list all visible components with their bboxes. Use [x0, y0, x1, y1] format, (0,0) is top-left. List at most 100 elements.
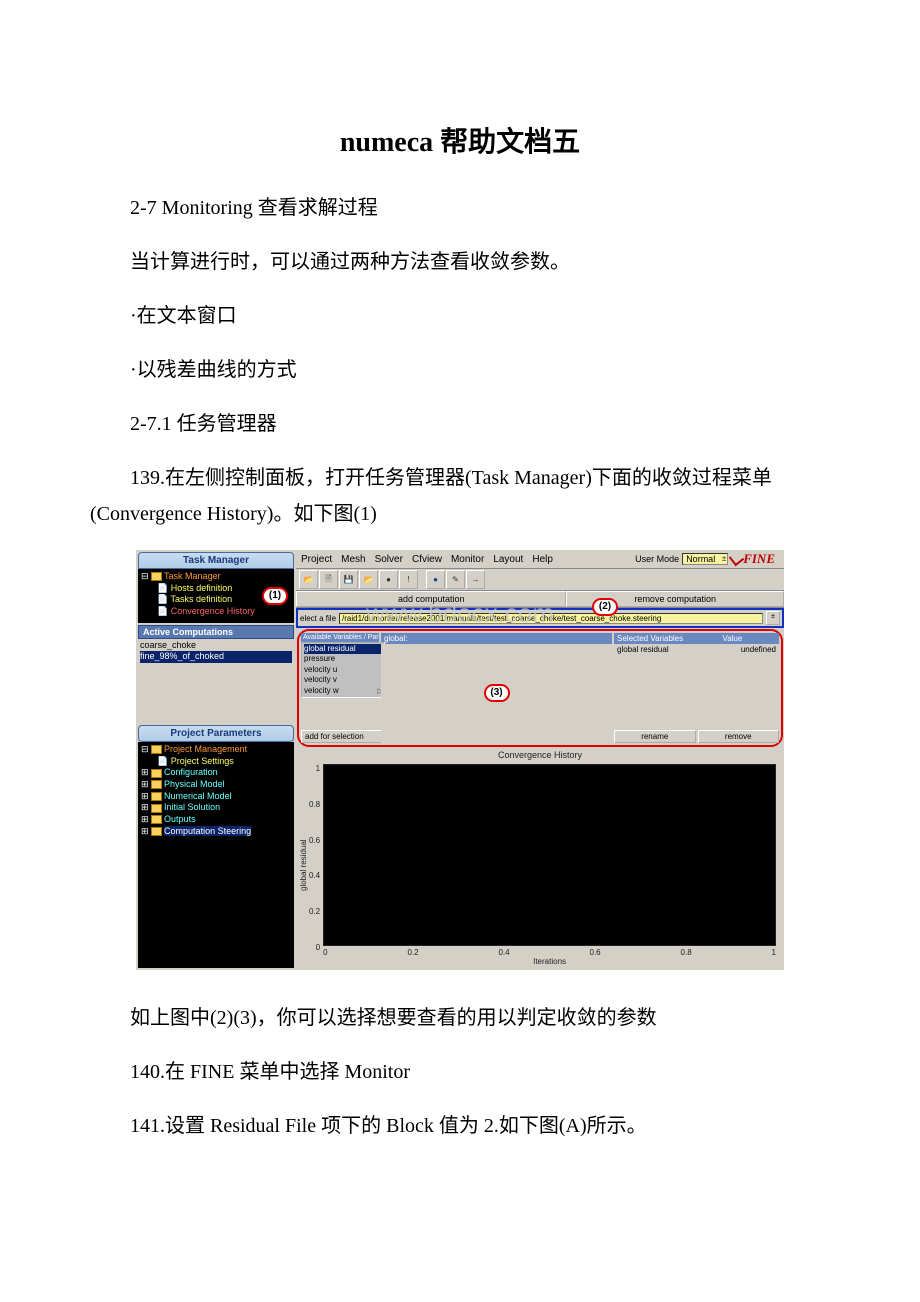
var-velocity-u[interactable]: velocity u [304, 665, 382, 675]
callout-2: (2) [592, 598, 618, 616]
computation-buttons-row: add computation remove computation [296, 591, 784, 608]
menubar: Project Mesh Solver Cfview Monitor Layou… [296, 550, 784, 569]
file-select-row: elect a file /raid1/dumortier/release200… [296, 608, 784, 628]
selected-vars-list[interactable]: global residual undefined [614, 644, 779, 688]
comp-fine-98[interactable]: fine_98%_of_choked [140, 651, 292, 662]
ytick-04: 0.4 [309, 871, 320, 880]
tree-convergence[interactable]: Convergence History [171, 606, 255, 616]
tool-open2-icon[interactable]: 📂 [359, 570, 378, 589]
doc-title: numeca 帮助文档五 [90, 120, 830, 160]
vars-header-mid: global: [381, 633, 612, 644]
usermode-label: User Mode [635, 554, 679, 564]
menu-monitor[interactable]: Monitor [451, 554, 484, 565]
xtick-08: 0.8 [681, 948, 692, 957]
project-parameters-tree[interactable]: ⊟ Project Management 📄 Project Settings … [138, 742, 294, 968]
tree-initial-solution[interactable]: Initial Solution [164, 802, 220, 812]
project-parameters-title: Project Parameters [138, 725, 294, 742]
callout-1: (1) [262, 587, 288, 605]
plot-xaxis: 0 0.2 0.4 0.6 0.8 1 [323, 946, 776, 957]
tree-hosts[interactable]: Hosts definition [171, 583, 233, 593]
xtick-0: 0 [323, 948, 327, 957]
sel-vars-header: Selected Variables [614, 633, 719, 644]
para-bullet2: ·以残差曲线的方式 [90, 352, 830, 388]
active-computations-header: Active Computations [138, 625, 294, 639]
convergence-history-label: Convergence History [296, 748, 784, 762]
plot-yaxis: 1 0.8 0.6 0.4 0.2 0 [309, 764, 323, 966]
active-computations-list[interactable]: coarse_choke fine_98%_of_choked [138, 639, 294, 721]
variables-zone: Available Variables / Parameters type: g… [297, 629, 783, 747]
var-velocity-w[interactable]: velocity w [304, 686, 382, 696]
vars-mid-area: (3) [381, 644, 612, 743]
tool-save-icon[interactable]: 💾 [339, 570, 358, 589]
plot-ylabel: global residual [298, 764, 309, 966]
xtick-06: 0.6 [590, 948, 601, 957]
menu-solver[interactable]: Solver [375, 554, 403, 565]
tree-configuration[interactable]: Configuration [164, 767, 218, 777]
para-271: 2-7.1 任务管理器 [90, 406, 830, 442]
add-for-selection-button[interactable]: add for selection [301, 730, 389, 743]
plot-canvas [323, 764, 776, 946]
left-pane: Task Manager ⊟ Task Manager 📄 Hosts defi… [136, 550, 296, 970]
comp-coarse-choke[interactable]: coarse_choke [140, 640, 292, 651]
menu-help[interactable]: Help [532, 554, 553, 565]
file-label: elect a file [300, 614, 336, 623]
para-141: 141.设置 Residual File 项下的 Block 值为 2.如下图(… [90, 1108, 830, 1144]
menu-cfview[interactable]: Cfview [412, 554, 442, 565]
sel-var-value: undefined [741, 645, 776, 687]
vars-header-left: Available Variables / Parameters type: [301, 633, 379, 642]
tree-physical-model[interactable]: Physical Model [164, 779, 225, 789]
menu-project[interactable]: Project [301, 554, 332, 565]
selected-vars-panel: Selected Variables Value global residual… [614, 633, 779, 743]
tool-dot-icon[interactable]: ● [379, 570, 398, 589]
ytick-02: 0.2 [309, 907, 320, 916]
sel-vars-value-header: Value [719, 633, 779, 644]
tree-numerical-model[interactable]: Numerical Model [164, 791, 232, 801]
toolbar: 📂 🗎 💾 📂 ● ! ● ✎ → [296, 569, 784, 591]
screenshot: www.bdocx.com Task Manager ⊟ Task Manage… [136, 550, 784, 970]
sel-var-name: global residual [617, 645, 669, 687]
para-bullet1: ·在文本窗口 [90, 298, 830, 334]
menu-layout[interactable]: Layout [493, 554, 523, 565]
ytick-0: 0 [309, 943, 320, 952]
tree-task-manager[interactable]: Task Manager [164, 571, 221, 581]
xtick-02: 0.2 [407, 948, 418, 957]
para-2-7: 2-7 Monitoring 查看求解过程 [90, 190, 830, 226]
tool-new-icon[interactable]: 🗎 [319, 570, 338, 589]
ytick-1: 1 [309, 764, 320, 773]
ytick-08: 0.8 [309, 800, 320, 809]
usermode-combo[interactable]: Normal [682, 553, 728, 565]
ytick-06: 0.6 [309, 836, 320, 845]
para-139: 139.在左侧控制面板，打开任务管理器(Task Manager)下面的收敛过程… [90, 460, 830, 532]
para-caption: 如上图中(2)(3)，你可以选择想要查看的用以判定收敛的参数 [90, 1000, 830, 1036]
task-manager-title: Task Manager [138, 552, 294, 569]
var-global-residual[interactable]: global residual [304, 644, 382, 654]
fine-app-window: www.bdocx.com Task Manager ⊟ Task Manage… [136, 550, 784, 970]
var-pressure[interactable]: pressure [304, 654, 382, 664]
remove-button[interactable]: remove [698, 730, 780, 743]
file-spin-button[interactable]: ± [766, 611, 780, 625]
tool-wand-icon[interactable]: ✎ [446, 570, 465, 589]
tree-outputs[interactable]: Outputs [164, 814, 196, 824]
tree-project-settings[interactable]: Project Settings [171, 756, 234, 766]
file-path-input[interactable]: /raid1/dumortier/release2001/manuals/tes… [339, 613, 763, 624]
tool-open-icon[interactable]: 📂 [299, 570, 318, 589]
tool-arrow-icon[interactable]: → [466, 570, 485, 589]
para-intro: 当计算进行时，可以通过两种方法查看收敛参数。 [90, 244, 830, 280]
plot-xlabel: Iterations [323, 957, 776, 966]
para-140: 140.在 FINE 菜单中选择 Monitor [90, 1054, 830, 1090]
callout-3: (3) [484, 684, 510, 702]
available-vars-list[interactable]: global residual pressure velocity u velo… [301, 642, 385, 698]
var-velocity-v[interactable]: velocity v [304, 675, 382, 685]
add-computation-button[interactable]: add computation [296, 591, 566, 607]
xtick-1: 1 [772, 948, 776, 957]
tree-project-management[interactable]: Project Management [164, 744, 247, 754]
tool-blob-icon[interactable]: ● [426, 570, 445, 589]
tool-bang-icon[interactable]: ! [399, 570, 418, 589]
rename-button[interactable]: rename [614, 730, 696, 743]
xtick-04: 0.4 [498, 948, 509, 957]
task-manager-tree[interactable]: ⊟ Task Manager 📄 Hosts definition 📄 Task… [138, 569, 294, 623]
right-pane: Project Mesh Solver Cfview Monitor Layou… [296, 550, 784, 970]
tree-tasks[interactable]: Tasks definition [171, 594, 233, 604]
menu-mesh[interactable]: Mesh [341, 554, 365, 565]
tree-computation-steering[interactable]: Computation Steering [164, 826, 251, 836]
